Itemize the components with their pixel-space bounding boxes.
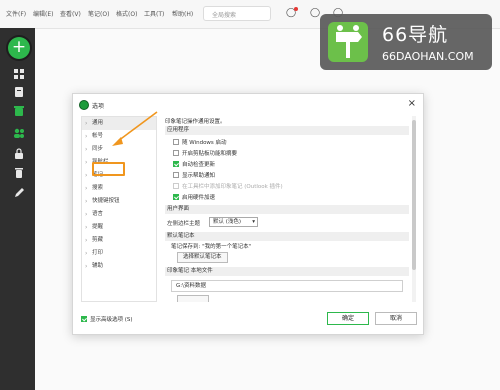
browse-button[interactable] <box>177 295 209 302</box>
checkbox-disabled <box>173 182 179 189</box>
checkbox-checked[interactable] <box>173 160 179 167</box>
option-show-notify[interactable]: 显示帮助通知 <box>173 171 215 179</box>
option-label: 随 Windows 启动 <box>182 140 227 146</box>
option-hw-accel[interactable]: 启用硬件加速 <box>173 193 215 201</box>
scroll-thumb[interactable] <box>412 120 416 270</box>
people-icon[interactable] <box>12 127 26 139</box>
bin-icon[interactable] <box>12 167 26 179</box>
category-print[interactable]: 打印 <box>82 247 156 260</box>
option-label: 显示帮助通知 <box>182 173 216 179</box>
checkbox[interactable] <box>173 171 179 178</box>
new-note-button[interactable]: + <box>8 37 30 59</box>
settings-panel: 印象笔记操作通用设置。 应用程序 随 Windows 启动 开启剪贴板功能和摘要… <box>165 116 417 302</box>
theme-select[interactable]: 默认 (浅色) ▾ <box>209 217 258 227</box>
theme-label: 左侧边栏主题 <box>167 221 201 227</box>
ok-button[interactable]: 确定 <box>327 312 369 325</box>
category-accessibility[interactable]: 辅助 <box>82 260 156 273</box>
note-icon[interactable] <box>12 86 26 98</box>
menu-format[interactable]: 格式(O) <box>116 9 137 18</box>
advanced-options-toggle[interactable]: 显示高级选项 (S) <box>81 315 133 323</box>
shield-icon[interactable]: ◯ <box>310 8 320 18</box>
category-shortcuts[interactable]: 快捷键按钮 <box>82 195 156 208</box>
category-reminders[interactable]: 提醒 <box>82 221 156 234</box>
notebook-text: 笔记保存到: "我的第一个笔记本" <box>171 244 252 250</box>
panel-intro: 印象笔记操作通用设置。 <box>165 119 226 125</box>
chevron-down-icon: ▾ <box>252 219 255 225</box>
close-button[interactable]: × <box>408 98 416 109</box>
section-default-notebook: 默认笔记本 <box>165 232 409 241</box>
lock-icon[interactable] <box>12 148 26 160</box>
local-path-field[interactable]: G:\资料数据 <box>171 280 403 292</box>
category-language[interactable]: 语言 <box>82 208 156 221</box>
checkbox-checked[interactable] <box>173 193 179 200</box>
section-app: 应用程序 <box>165 126 409 135</box>
option-label: 开启剪贴板功能和摘要 <box>182 151 238 157</box>
menu-edit[interactable]: 编辑(E) <box>33 9 53 18</box>
checkbox[interactable] <box>173 149 179 156</box>
menu-note[interactable]: 笔记(O) <box>88 9 109 18</box>
advanced-options-label: 显示高级选项 (S) <box>90 317 133 323</box>
watermark-subtitle: 66DAOHAN.COM <box>382 50 474 63</box>
option-label: 启用硬件加速 <box>182 195 216 201</box>
app-logo-icon <box>79 100 89 110</box>
category-account[interactable]: 帐号 <box>82 130 156 143</box>
category-search[interactable]: 搜索 <box>82 182 156 195</box>
sidebar: + <box>0 28 35 390</box>
category-sync[interactable]: 同步 <box>82 143 156 156</box>
dialog-title: 选项 <box>92 103 105 110</box>
section-ui: 用户界面 <box>165 205 409 214</box>
category-clipper[interactable]: 剪藏 <box>82 234 156 247</box>
category-list: 通用 帐号 同步 导航栏 笔记 搜索 快捷键按钮 语言 提醒 剪藏 打印 辅助 <box>81 116 157 302</box>
menu-help[interactable]: 帮助(H) <box>172 9 193 18</box>
grid-icon[interactable] <box>12 68 26 80</box>
watermark-title: 66导航 <box>382 24 449 46</box>
options-dialog: 选项 × 通用 帐号 同步 导航栏 笔记 搜索 快捷键按钮 语言 提醒 剪藏 打… <box>72 93 424 335</box>
option-label: 在工具栏中添加印象笔记 (Outlook 插件) <box>182 184 283 190</box>
option-auto-launch[interactable]: 开启剪贴板功能和摘要 <box>173 149 237 157</box>
notification-icon[interactable]: ◯ <box>286 7 299 18</box>
option-auto-check[interactable]: 自动检查更新 <box>173 160 215 168</box>
local-path-value: G:\资料数据 <box>176 283 206 289</box>
section-local-files: 印象笔记 本地文件 <box>165 267 409 276</box>
menu-tools[interactable]: 工具(T) <box>144 9 164 18</box>
search-placeholder: 全局搜索 <box>212 12 237 19</box>
option-outlook: 在工具栏中添加印象笔记 (Outlook 插件) <box>173 182 283 190</box>
panel-scrollbar[interactable] <box>412 116 416 302</box>
menu-view[interactable]: 查看(V) <box>60 9 81 18</box>
option-windows-start[interactable]: 随 Windows 启动 <box>173 138 227 146</box>
menu-file[interactable]: 文件(F) <box>6 9 26 18</box>
checkbox-checked[interactable] <box>81 315 87 322</box>
choose-notebook-button[interactable]: 选择默认笔记本 <box>177 252 228 263</box>
trash-icon[interactable] <box>12 105 26 117</box>
theme-value: 默认 (浅色) <box>213 219 242 225</box>
sync-highlight-box <box>92 162 125 176</box>
search-input[interactable]: 全局搜索 <box>203 6 271 21</box>
cancel-button[interactable]: 取消 <box>375 312 417 325</box>
category-general[interactable]: 通用 <box>82 117 156 130</box>
signpost-logo-icon <box>328 22 368 62</box>
option-label: 自动检查更新 <box>182 162 216 168</box>
watermark: 66导航 66DAOHAN.COM <box>320 14 492 70</box>
pen-icon[interactable] <box>12 186 26 198</box>
checkbox[interactable] <box>173 138 179 145</box>
